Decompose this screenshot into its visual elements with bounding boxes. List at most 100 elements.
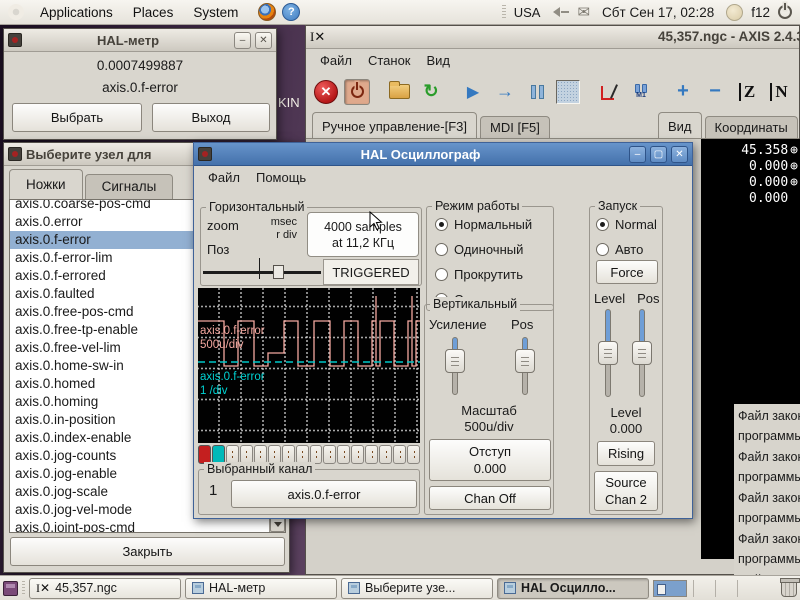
z-view-button[interactable]: Z: [734, 79, 760, 105]
reload-button[interactable]: ↻: [418, 79, 444, 105]
run-mode-radio[interactable]: Одиночный: [435, 240, 532, 258]
scope-menu-item[interactable]: Помощь: [248, 167, 314, 188]
mail-icon[interactable]: ✉: [577, 5, 590, 20]
toolpath-display-button[interactable]: [596, 79, 622, 105]
trigger-source-button[interactable]: Source Chan 2: [594, 471, 658, 511]
axis-tab[interactable]: Координаты: [704, 116, 798, 138]
slider-thumb[interactable]: [598, 341, 618, 365]
zoom-out-button[interactable]: −: [702, 79, 728, 105]
sample-rate-button[interactable]: 4000 samples at 11,2 КГц: [307, 212, 419, 257]
channel-pin-button[interactable]: axis.0.f-error: [231, 480, 417, 508]
axis-menu-item[interactable]: Файл: [312, 50, 360, 71]
gain-slider[interactable]: [445, 337, 465, 395]
scale-readout: Масштаб 500u/div: [461, 403, 517, 434]
axis-tab[interactable]: Вид: [658, 112, 702, 138]
axis-menu-item[interactable]: Вид: [419, 50, 459, 71]
trash-icon[interactable]: [780, 577, 800, 597]
step-button[interactable]: →: [492, 79, 518, 105]
channel-button[interactable]: [365, 445, 379, 464]
workspace-switcher[interactable]: [653, 579, 687, 597]
trigger-pos-slider[interactable]: [632, 309, 652, 397]
scope-titlebar[interactable]: HAL Осциллограф – ▢ ✕: [194, 143, 692, 166]
pause-button[interactable]: [524, 79, 550, 105]
select-tab[interactable]: Ножки: [9, 169, 83, 199]
close-button[interactable]: ✕: [671, 145, 688, 163]
stop-button[interactable]: [556, 79, 580, 104]
axis-tab[interactable]: Ручное управление-[F3]: [312, 112, 478, 138]
axis-titlebar[interactable]: I✕ 45,357.ngc - AXIS 2.4.3 on мой-стано: [306, 26, 800, 49]
taskbar-window-button[interactable]: I✕ HAL-метр: [185, 577, 337, 599]
channel-button[interactable]: [393, 445, 407, 464]
trigger-mode-radio[interactable]: Normal: [596, 215, 657, 233]
slider-thumb[interactable]: [632, 341, 652, 365]
trigger-mode-radio[interactable]: Авто: [596, 240, 657, 258]
channel-button[interactable]: [351, 445, 365, 464]
pin-list-item[interactable]: axis.0.joint-pos-cmd: [10, 519, 285, 532]
maximize-button[interactable]: ▢: [650, 145, 667, 163]
panel-menu-item[interactable]: System: [183, 2, 248, 23]
panel-menu-item[interactable]: Places: [123, 2, 184, 23]
channel-button[interactable]: [337, 445, 351, 464]
meter-value: 0.0007499887: [96, 58, 184, 73]
minimize-button[interactable]: –: [629, 145, 646, 163]
panel-menu-item[interactable]: Applications: [30, 2, 123, 23]
username[interactable]: f12: [751, 5, 770, 20]
browser-launcher-icon[interactable]: [258, 3, 277, 21]
vertical-pos-slider[interactable]: [515, 337, 535, 395]
axis-tab[interactable]: MDI [F5]: [480, 116, 550, 138]
minimize-button[interactable]: –: [234, 31, 251, 49]
slider-thumb[interactable]: [515, 349, 535, 373]
run-mode-radio[interactable]: Прокрутить: [435, 265, 532, 283]
meter-exit-button[interactable]: Выход: [152, 103, 270, 132]
estop-button[interactable]: ✕: [314, 79, 338, 104]
selected-channel-group: Выбранный канал 1 axis.0.f-error: [198, 462, 420, 515]
axis-message-entry[interactable]: Файл закон программы: [738, 529, 800, 569]
horizontal-slider[interactable]: [203, 271, 321, 274]
panel-grip[interactable]: [501, 4, 506, 20]
zoom-in-button[interactable]: +: [670, 79, 696, 105]
trigger-level-slider[interactable]: [598, 309, 618, 397]
trigger-edge-button[interactable]: Rising: [597, 441, 655, 466]
help-launcher-icon[interactable]: ?: [282, 3, 301, 21]
open-file-button[interactable]: [386, 79, 412, 105]
channel-button[interactable]: [323, 445, 337, 464]
axis-message-entry[interactable]: Файл закон программы: [738, 488, 800, 528]
meter-titlebar[interactable]: HAL-метр – ✕: [4, 29, 276, 52]
window-list-icon[interactable]: [3, 580, 18, 596]
distro-logo-icon[interactable]: [8, 4, 24, 20]
taskbar-window-button[interactable]: I✕ 45,357.ngc: [29, 577, 181, 599]
slider-thumb[interactable]: [445, 349, 465, 373]
axis-menu-item[interactable]: Станок: [360, 50, 419, 71]
taskbar-window-button[interactable]: I✕ Выберите узе...: [341, 577, 493, 599]
channel-button[interactable]: [379, 445, 393, 464]
user-avatar[interactable]: [726, 3, 744, 21]
optional-stop-button[interactable]: M1: [628, 79, 654, 105]
scroll-down-arrow-icon[interactable]: [270, 517, 285, 532]
close-button[interactable]: ✕: [255, 31, 272, 49]
select-tab[interactable]: Сигналы: [84, 174, 174, 199]
folder-icon: [388, 81, 410, 99]
taskbar-window-button[interactable]: I✕ HAL Осцилло...: [497, 577, 649, 599]
zoom-slider-label: zoom: [207, 218, 239, 233]
keyboard-layout-indicator[interactable]: USA: [514, 5, 541, 20]
session-power-icon[interactable]: [778, 3, 792, 19]
axis-message-entry[interactable]: Файл закон программы: [738, 406, 800, 446]
volume-icon[interactable]: [548, 7, 570, 17]
taskbar-grip[interactable]: [21, 580, 25, 596]
gain-slider-label: Усиление: [429, 317, 487, 332]
n-view-button[interactable]: N: [766, 79, 792, 105]
axis-message-entry[interactable]: Файл закон программы: [738, 447, 800, 487]
machine-power-button[interactable]: [344, 78, 370, 105]
channel-off-button[interactable]: Chan Off: [429, 486, 551, 510]
run-program-button[interactable]: ▶: [460, 79, 486, 105]
meter-select-button[interactable]: Выбрать: [12, 103, 142, 132]
channel-button[interactable]: [407, 445, 420, 464]
select-close-button[interactable]: Закрыть: [10, 537, 285, 566]
scope-menu-item[interactable]: Файл: [200, 167, 248, 188]
run-mode-radio[interactable]: Нормальный: [435, 215, 532, 233]
clock[interactable]: Сбт Сен 17, 02:28: [598, 5, 718, 20]
force-trigger-button[interactable]: Force: [596, 260, 658, 284]
offset-button[interactable]: Отступ 0.000: [429, 439, 551, 481]
horizontal-slider-thumb[interactable]: [273, 265, 284, 279]
dro-value: 0.000: [749, 158, 789, 174]
